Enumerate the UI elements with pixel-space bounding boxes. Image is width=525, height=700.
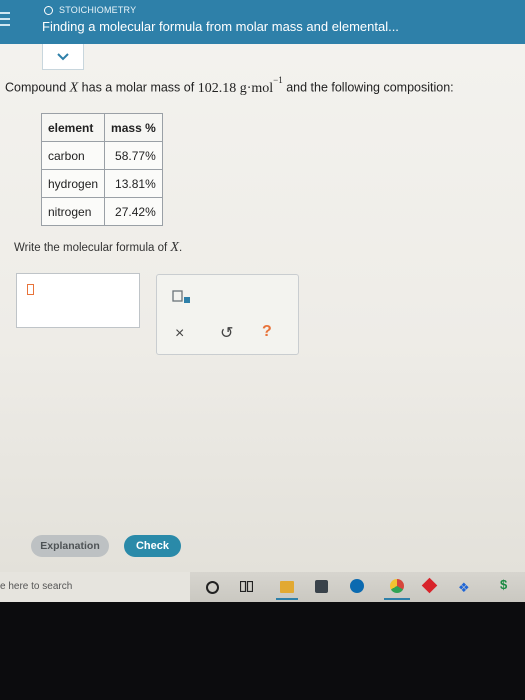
subscript-icon[interactable] <box>172 290 192 304</box>
table-header-row: element mass % <box>40 113 163 142</box>
file-explorer-icon[interactable] <box>280 581 294 593</box>
math-tools-panel: × ↺ ? <box>156 274 299 355</box>
table-row: nitrogen 27.42% <box>40 197 163 226</box>
mass-percent-cell: 13.81% <box>104 169 163 198</box>
help-icon[interactable]: ? <box>262 323 272 341</box>
check-button[interactable]: Check <box>124 535 181 557</box>
molar-mass-value: 102.18 g·mol−1 <box>197 75 283 96</box>
chevron-down-icon <box>57 52 69 60</box>
cortana-icon[interactable] <box>206 581 219 594</box>
active-app-indicator <box>276 598 298 600</box>
active-app-indicator <box>384 598 410 600</box>
element-cell: carbon <box>40 141 106 170</box>
table-row: hydrogen 13.81% <box>40 169 163 198</box>
table-row: carbon 58.77% <box>40 141 163 170</box>
dropbox-icon[interactable]: ❖ <box>458 580 474 596</box>
column-header-element: element <box>40 113 106 142</box>
app-header: STOICHIOMETRY Finding a molecular formul… <box>0 0 525 44</box>
question-text: Compound X has a molar mass of 102.18 g·… <box>5 75 454 96</box>
close-icon[interactable]: × <box>175 325 184 343</box>
chrome-browser-icon[interactable] <box>390 579 404 593</box>
taskbar-search-placeholder: e here to search <box>0 581 73 592</box>
mass-percent-cell: 58.77% <box>104 141 163 170</box>
element-cell: nitrogen <box>40 197 106 226</box>
store-icon[interactable] <box>315 580 328 593</box>
task-view-icon[interactable] <box>240 581 253 592</box>
compound-symbol: X <box>69 80 79 96</box>
explanation-button[interactable]: Explanation <box>31 535 109 557</box>
taskbar-search-field[interactable]: e here to search <box>0 572 190 602</box>
input-cursor-icon <box>27 284 34 295</box>
topic-status-icon <box>44 5 53 15</box>
mass-percent-cell: 27.42% <box>104 197 163 226</box>
assignment-title: Finding a molecular formula from molar m… <box>42 19 399 34</box>
windows-taskbar: e here to search ❖ $ <box>0 572 525 602</box>
column-header-mass: mass % <box>104 113 163 142</box>
element-cell: hydrogen <box>40 169 106 198</box>
edge-browser-icon[interactable] <box>350 579 364 593</box>
expand-header-button[interactable] <box>42 44 84 70</box>
topic-label: STOICHIOMETRY <box>59 5 137 15</box>
topic-row: STOICHIOMETRY <box>44 5 136 15</box>
instruction-text: Write the molecular formula of X. <box>14 240 183 255</box>
composition-table: element mass % carbon 58.77% hydrogen 13… <box>40 113 163 226</box>
undo-icon[interactable]: ↺ <box>220 323 233 343</box>
menu-icon[interactable] <box>0 12 12 28</box>
app-screen: STOICHIOMETRY Finding a molecular formul… <box>0 0 525 572</box>
app-icon-red[interactable] <box>421 577 438 594</box>
finance-app-icon[interactable]: $ <box>500 577 518 595</box>
answer-input[interactable] <box>16 273 140 328</box>
